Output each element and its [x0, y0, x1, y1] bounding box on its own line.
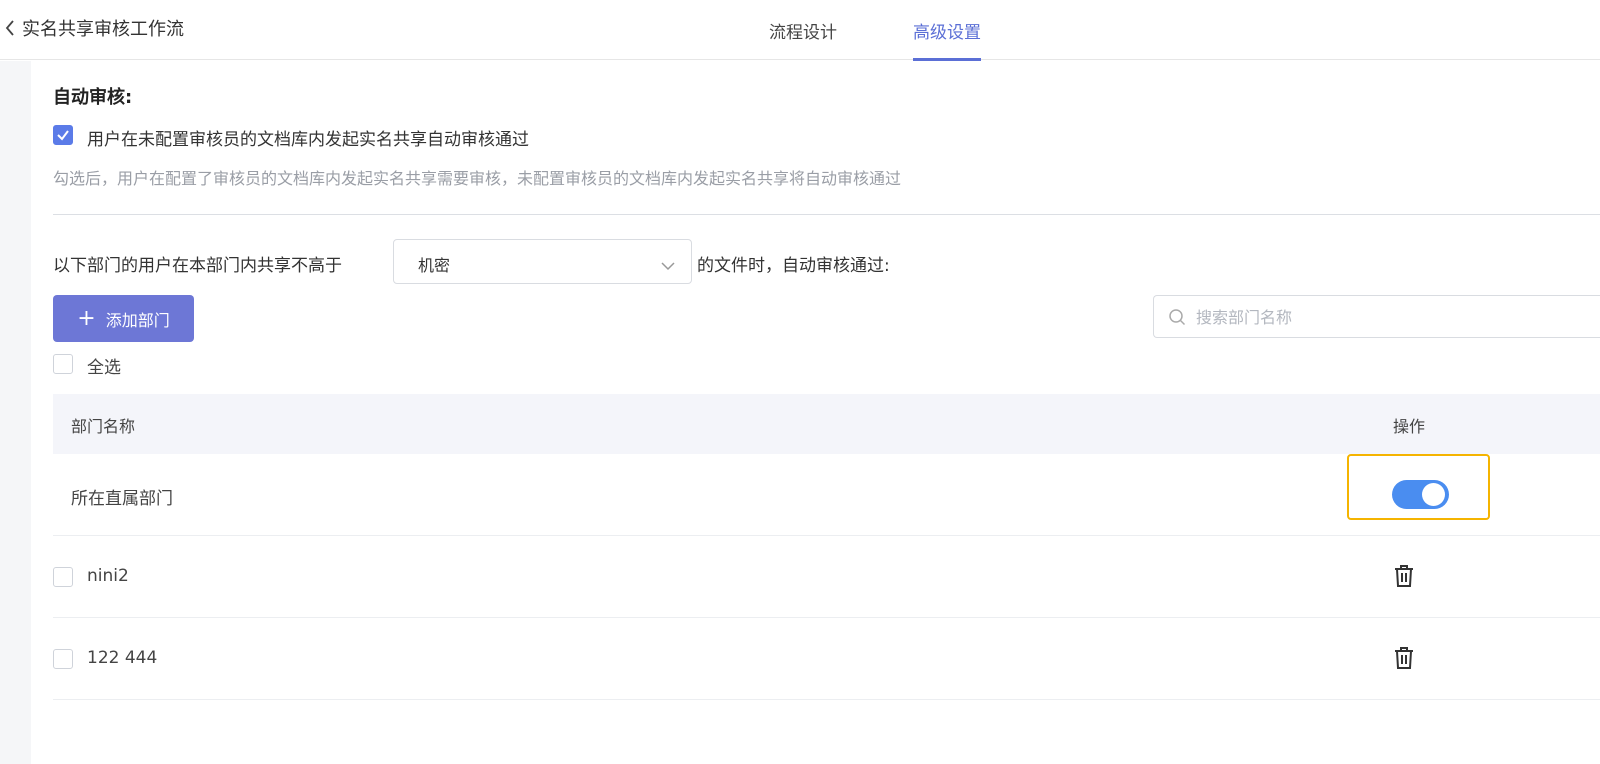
security-level-value: 机密 [418, 256, 451, 275]
chevron-down-icon [661, 256, 675, 275]
rule-suffix: 的文件时，自动审核通过: [697, 256, 890, 276]
tab-label: 高级设置 [913, 22, 981, 43]
table-row: nini2 [53, 536, 1600, 618]
chevron-left-icon [4, 18, 16, 38]
table-row: 122 444 [53, 618, 1600, 700]
search-box [1153, 295, 1600, 338]
department-name: 122 444 [87, 648, 158, 668]
select-all-label: 全选 [87, 358, 121, 378]
row-checkbox[interactable] [53, 567, 73, 587]
auto-review-title: 自动审核: [53, 87, 133, 108]
add-department-button[interactable]: + 添加部门 [53, 295, 194, 342]
plus-icon: + [77, 305, 96, 331]
auto-review-checkbox[interactable] [53, 125, 73, 145]
direct-department-toggle[interactable] [1392, 480, 1449, 509]
tab-advanced-settings[interactable]: 高级设置 [913, 0, 981, 61]
search-icon [1168, 308, 1186, 330]
main-content: 自动审核: 用户在未配置审核员的文档库内发起实名共享自动审核通过 勾选后，用户在… [31, 61, 1600, 764]
divider [53, 214, 1600, 215]
highlight-box [1347, 454, 1490, 520]
tab-label: 流程设计 [769, 22, 837, 43]
top-bar: 实名共享审核工作流 流程设计 高级设置 [0, 0, 1600, 61]
toggle-knob [1422, 483, 1445, 506]
checkmark-icon [57, 130, 69, 141]
column-header-action: 操作 [1393, 417, 1426, 436]
select-all-checkbox[interactable] [53, 354, 73, 374]
rule-prefix: 以下部门的用户在本部门内共享不高于 [53, 256, 342, 276]
search-input[interactable] [1196, 305, 1576, 329]
add-department-label: 添加部门 [105, 310, 170, 330]
trash-icon[interactable] [1393, 564, 1415, 592]
trash-icon[interactable] [1393, 646, 1415, 674]
column-header-department: 部门名称 [71, 417, 136, 436]
page-title: 实名共享审核工作流 [22, 19, 184, 40]
row-checkbox[interactable] [53, 649, 73, 669]
left-gutter [0, 61, 31, 764]
department-name: nini2 [87, 566, 129, 586]
auto-review-hint: 勾选后，用户在配置了审核员的文档库内发起实名共享需要审核，未配置审核员的文档库内… [53, 169, 902, 188]
tab-process-design[interactable]: 流程设计 [769, 0, 837, 60]
table-header: 部门名称 操作 [53, 394, 1600, 454]
back-button[interactable]: 实名共享审核工作流 [4, 14, 184, 42]
security-level-select[interactable]: 机密 [393, 239, 692, 284]
auto-review-checkbox-label: 用户在未配置审核员的文档库内发起实名共享自动审核通过 [87, 130, 529, 150]
department-name: 所在直属部门 [71, 489, 173, 509]
